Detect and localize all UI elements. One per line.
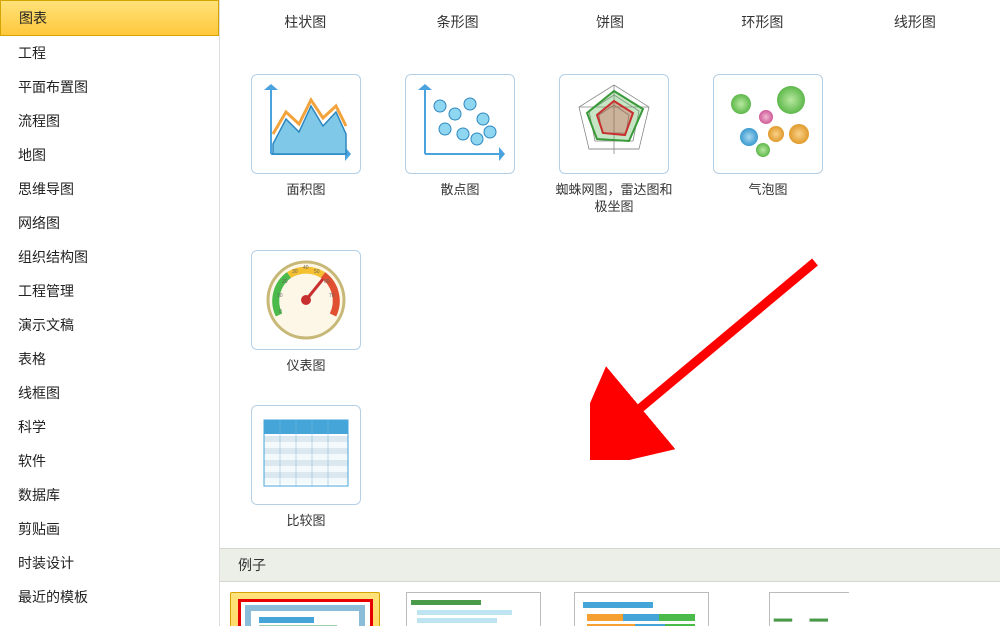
chart-type-row-2: 面积图 散点图 bbox=[220, 74, 1000, 375]
sidebar-item-recent[interactable]: 最近的模板 bbox=[0, 580, 219, 614]
sidebar-item-flowchart[interactable]: 流程图 bbox=[0, 104, 219, 138]
chart-type-line-label[interactable]: 线形图 bbox=[856, 12, 974, 32]
category-sidebar: 图表 工程 平面布置图 流程图 地图 思维导图 网络图 组织结构图 工程管理 演… bbox=[0, 0, 220, 626]
sidebar-item-project[interactable]: 工程管理 bbox=[0, 274, 219, 308]
sidebar-item-charts[interactable]: 图表 bbox=[0, 0, 219, 36]
svg-text:20: 20 bbox=[282, 279, 288, 285]
example-thumbnail bbox=[238, 599, 373, 626]
chart-type-pie-label[interactable]: 饼图 bbox=[551, 12, 669, 32]
gauge-chart-icon: 0 10 20 30 40 50 60 70 bbox=[251, 250, 361, 350]
svg-text:50: 50 bbox=[314, 269, 320, 275]
svg-text:30: 30 bbox=[292, 269, 298, 275]
sidebar-item-network[interactable]: 网络图 bbox=[0, 206, 219, 240]
example-thumbnail bbox=[574, 592, 709, 626]
svg-text:60: 60 bbox=[324, 279, 330, 285]
sidebar-item-floorplan[interactable]: 平面布置图 bbox=[0, 70, 219, 104]
sidebar-item-wireframe[interactable]: 线框图 bbox=[0, 376, 219, 410]
examples-section-header: 例子 bbox=[220, 548, 1000, 582]
sidebar-item-clipart[interactable]: 剪贴画 bbox=[0, 512, 219, 546]
chart-type-area[interactable]: 面积图 bbox=[246, 74, 366, 216]
sidebar-item-science[interactable]: 科学 bbox=[0, 410, 219, 444]
example-items-comparison-bar[interactable]: Items Comparison Bar bbox=[230, 592, 380, 626]
sidebar-item-software[interactable]: 软件 bbox=[0, 444, 219, 478]
sidebar-item-table[interactable]: 表格 bbox=[0, 342, 219, 376]
sidebar-item-presentation[interactable]: 演示文稿 bbox=[0, 308, 219, 342]
svg-text:70: 70 bbox=[329, 293, 335, 299]
comparison-chart-icon bbox=[251, 405, 361, 505]
sidebar-item-fashion[interactable]: 时装设计 bbox=[0, 546, 219, 580]
example-100-stacked-bar[interactable]: 100% Stacked Bar bbox=[566, 592, 716, 626]
svg-text:10: 10 bbox=[277, 293, 283, 299]
chart-type-bubble[interactable]: 气泡图 bbox=[708, 74, 828, 216]
sidebar-item-map[interactable]: 地图 bbox=[0, 138, 219, 172]
example-compa[interactable]: Compa bbox=[734, 592, 884, 626]
radar-chart-icon bbox=[559, 74, 669, 174]
chart-type-bar-label[interactable]: 条形图 bbox=[398, 12, 516, 32]
examples-row: Items Comparison Bar Plan Mana bbox=[220, 582, 1000, 626]
template-content: 柱状图 条形图 饼图 环形图 线形图 面积图 bbox=[220, 0, 1000, 626]
sidebar-item-database[interactable]: 数据库 bbox=[0, 478, 219, 512]
chart-type-doughnut-label[interactable]: 环形图 bbox=[703, 12, 821, 32]
scatter-chart-icon bbox=[405, 74, 515, 174]
bubble-chart-icon bbox=[713, 74, 823, 174]
svg-text:0: 0 bbox=[279, 309, 282, 315]
chart-type-row-1-labels: 柱状图 条形图 饼图 环形图 线形图 bbox=[220, 0, 1000, 32]
chart-type-column-label[interactable]: 柱状图 bbox=[246, 12, 364, 32]
example-thumbnail bbox=[769, 592, 849, 626]
chart-type-gauge[interactable]: 010 2030 4050 6070 仪表图 bbox=[246, 250, 366, 375]
chart-type-radar[interactable]: 蜘蛛网图，雷达图和极坐图 bbox=[554, 74, 674, 216]
area-chart-icon bbox=[251, 74, 361, 174]
svg-text:40: 40 bbox=[303, 265, 309, 271]
example-plan-management-bar[interactable]: Plan Management Bar bbox=[398, 592, 548, 626]
chart-type-comparison[interactable]: 比较图 bbox=[246, 405, 366, 530]
sidebar-item-engineering[interactable]: 工程 bbox=[0, 36, 219, 70]
chart-type-row-3: 比较图 bbox=[220, 405, 1000, 530]
example-thumbnail bbox=[406, 592, 541, 626]
sidebar-item-mindmap[interactable]: 思维导图 bbox=[0, 172, 219, 206]
sidebar-item-orgchart[interactable]: 组织结构图 bbox=[0, 240, 219, 274]
chart-type-scatter[interactable]: 散点图 bbox=[400, 74, 520, 216]
